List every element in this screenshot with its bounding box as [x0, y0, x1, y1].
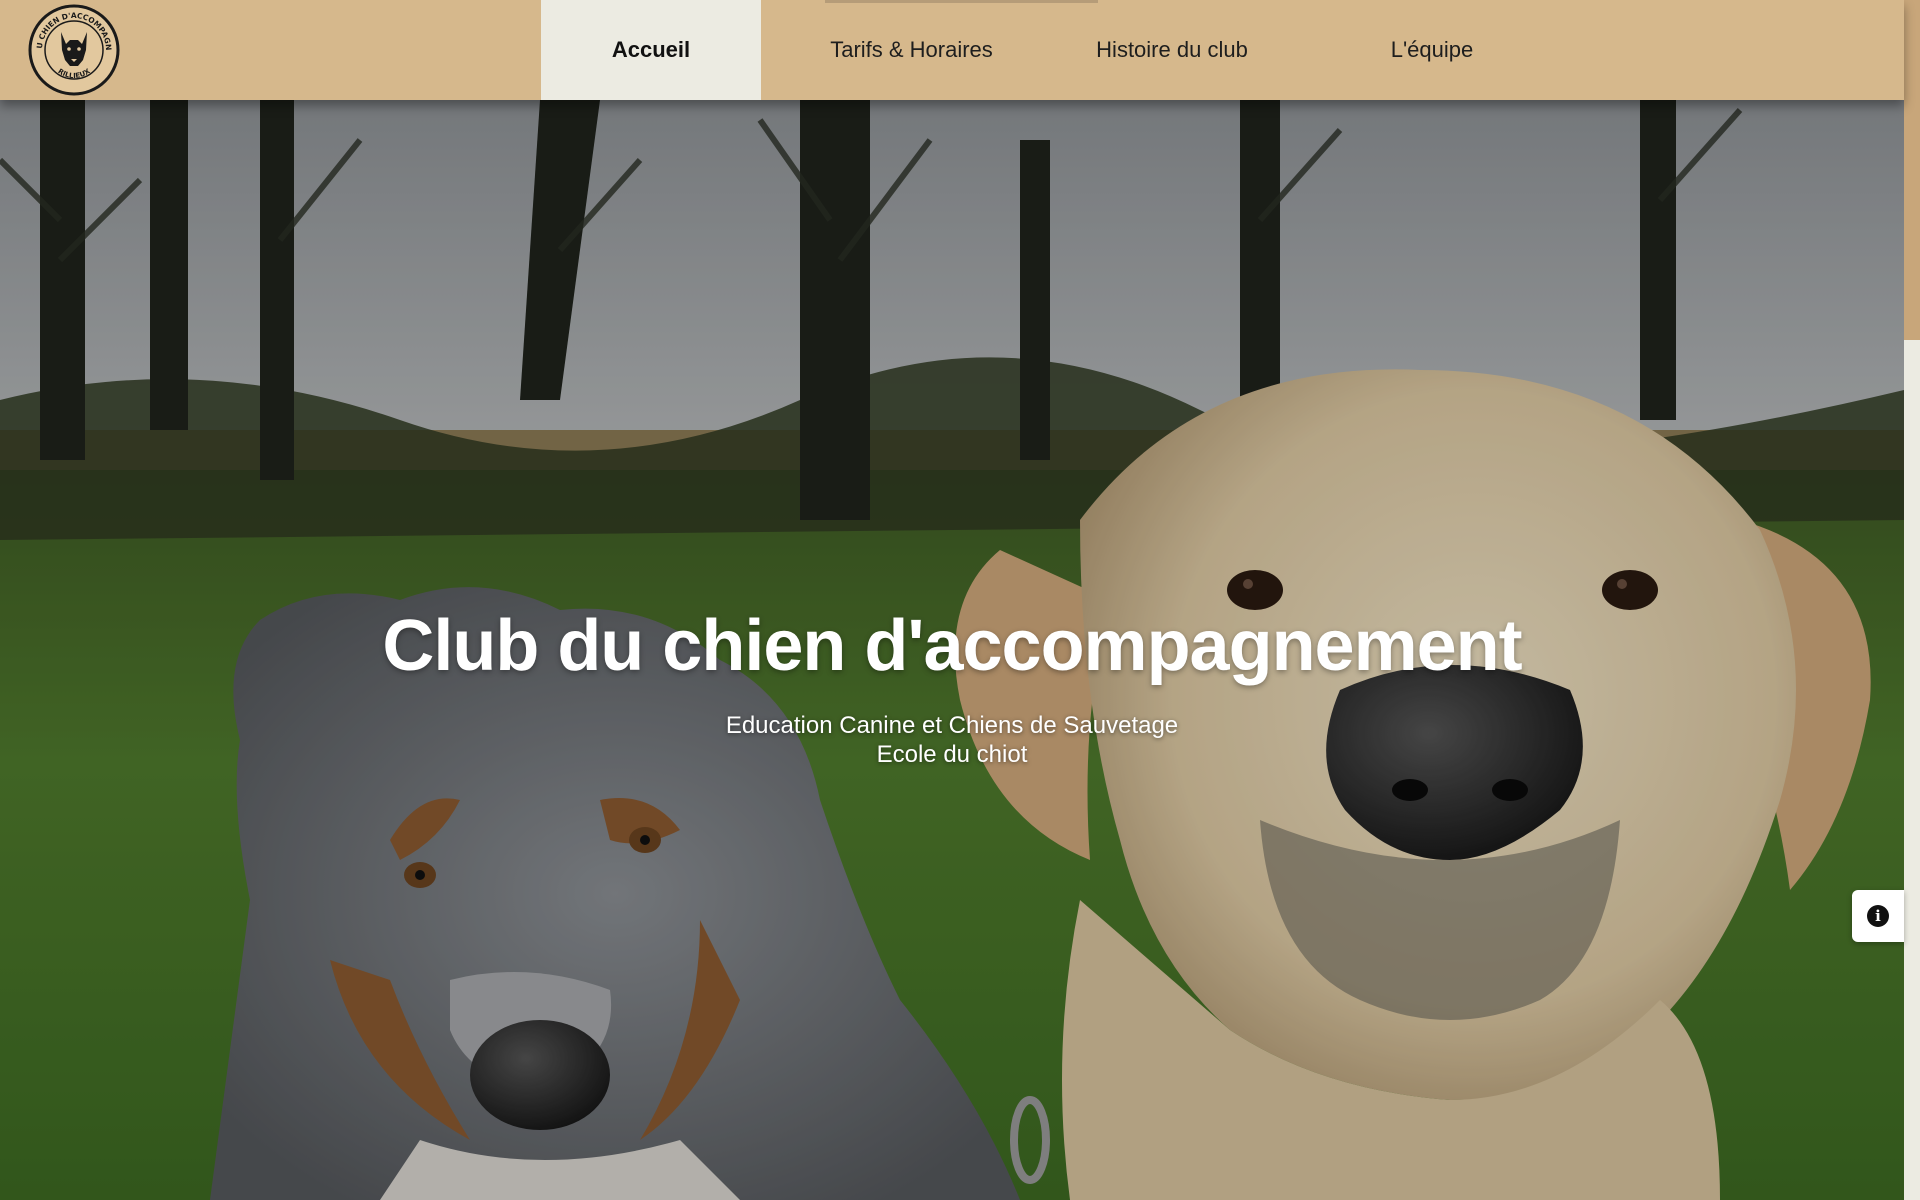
- nav-item-equipe[interactable]: L'équipe: [1282, 0, 1582, 100]
- nav-item-accueil[interactable]: Accueil: [541, 0, 761, 100]
- nav-item-tarifs-horaires[interactable]: Tarifs & Horaires: [761, 0, 1062, 100]
- nav-label: Accueil: [611, 37, 691, 62]
- nav-label: L'équipe: [1390, 37, 1474, 62]
- info-icon: i: [1867, 905, 1889, 927]
- hero-title: Club du chien d'accompagnement: [382, 606, 1522, 686]
- dog-emblem-icon: CLUB DU CHIEN D'ACCOMPAGNEMENT RILLIEUX: [24, 0, 120, 96]
- site-header: CLUB DU CHIEN D'ACCOMPAGNEMENT RILLIEUX …: [0, 0, 1904, 100]
- hero-section: Club du chien d'accompagnement Education…: [0, 100, 1904, 1200]
- hero-subtitle-line2: Ecole du chiot: [876, 741, 1028, 768]
- nav-item-histoire[interactable]: Histoire du club: [1062, 0, 1282, 100]
- page-scrollbar[interactable]: [1904, 0, 1920, 1200]
- main-navigation: Accueil Tarifs & Horaires Histoire du cl…: [541, 0, 1582, 100]
- nav-label: Histoire du club: [1096, 37, 1248, 62]
- hero-subtitle-line1: Education Canine et Chiens de Sauvetage: [725, 712, 1179, 739]
- info-button[interactable]: i: [1852, 890, 1904, 942]
- scrollbar-thumb[interactable]: [1904, 0, 1920, 340]
- club-logo[interactable]: CLUB DU CHIEN D'ACCOMPAGNEMENT RILLIEUX: [24, 0, 120, 96]
- nav-label: Tarifs & Horaires: [830, 37, 993, 62]
